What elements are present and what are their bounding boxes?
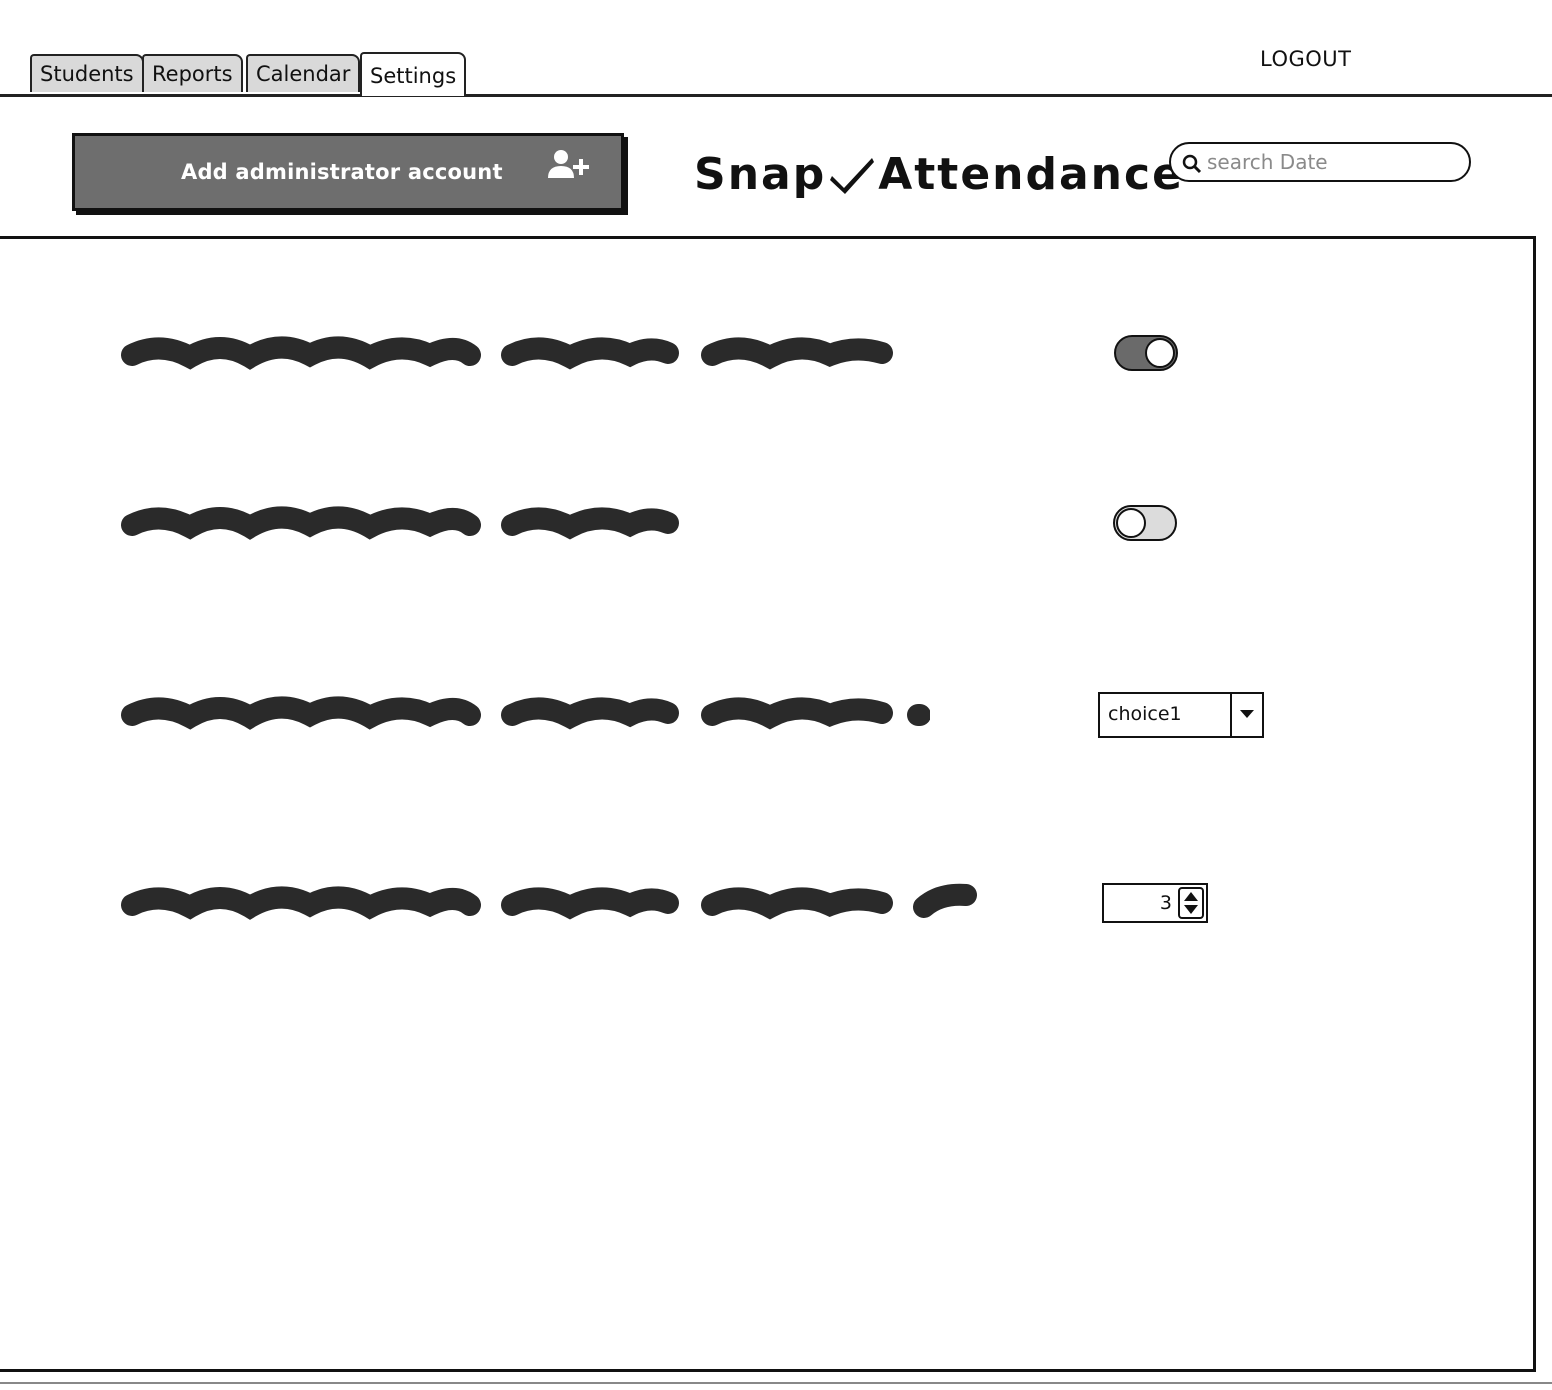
- select-dropdown-button[interactable]: [1230, 694, 1262, 736]
- settings-panel: choice1 3: [0, 236, 1536, 1372]
- logout-link[interactable]: LOGOUT: [1260, 47, 1351, 71]
- select-value: choice1: [1108, 703, 1182, 725]
- stepper-arrows[interactable]: [1178, 887, 1204, 919]
- setting-stepper[interactable]: 3: [1102, 883, 1208, 923]
- checkmark-icon: [830, 158, 875, 194]
- search-icon: [1182, 154, 1202, 174]
- add-administrator-button[interactable]: Add administrator account: [72, 133, 624, 211]
- bottom-edge: [0, 1382, 1552, 1384]
- search-box[interactable]: [1169, 142, 1471, 182]
- tab-reports[interactable]: Reports: [142, 54, 243, 92]
- brand-name-right: Attendance: [878, 148, 1184, 200]
- tab-students[interactable]: Students: [30, 54, 144, 92]
- stepper-value: 3: [1159, 892, 1172, 914]
- setting-label-1: [121, 336, 893, 370]
- setting-toggle-2[interactable]: [1113, 505, 1177, 541]
- add-administrator-label: Add administrator account: [181, 160, 503, 184]
- app-logo: Snap Attendance: [694, 146, 1184, 202]
- setting-label-4: [121, 883, 977, 920]
- setting-label-2: [121, 506, 679, 540]
- up-down-arrows-icon: [1184, 892, 1198, 914]
- tab-calendar[interactable]: Calendar: [246, 54, 361, 92]
- chevron-down-icon: [1240, 710, 1254, 718]
- toggle-knob: [1116, 508, 1146, 538]
- setting-label-3: [121, 696, 930, 730]
- toggle-knob: [1145, 338, 1175, 368]
- add-user-icon: [548, 150, 589, 178]
- setting-select[interactable]: choice1: [1098, 692, 1264, 738]
- tab-divider: [0, 94, 1552, 97]
- search-input[interactable]: [1207, 148, 1457, 176]
- brand-name-left: Snap: [694, 148, 827, 200]
- tab-settings[interactable]: Settings: [360, 52, 467, 96]
- setting-toggle-1[interactable]: [1114, 335, 1178, 371]
